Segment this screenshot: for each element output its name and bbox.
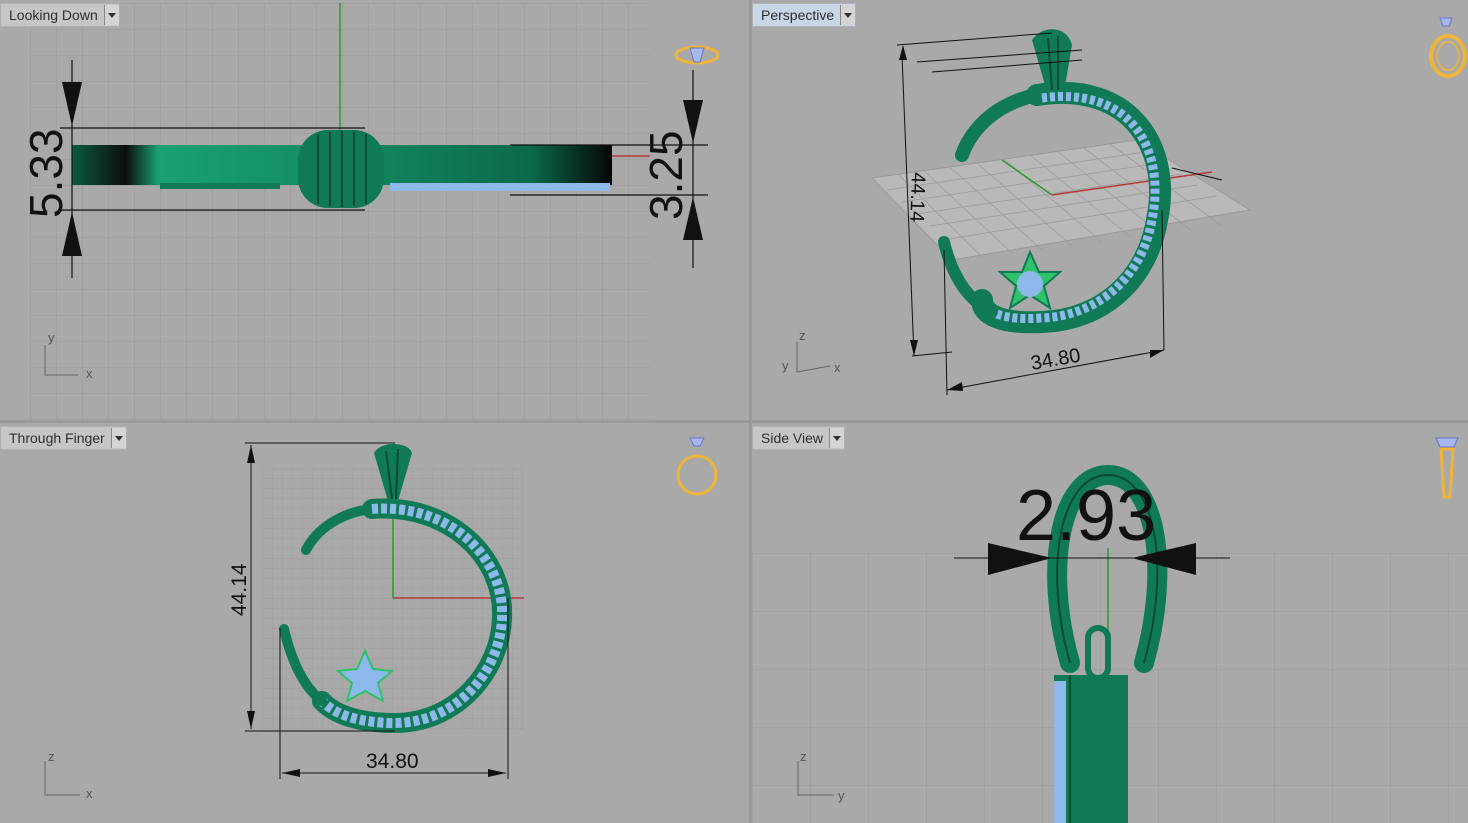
chevron-down-icon[interactable] bbox=[829, 428, 845, 448]
viewport-side-view[interactable]: 2.93 z y Side View bbox=[752, 423, 1468, 823]
dimension-label-2-93: 2.93 bbox=[1016, 476, 1156, 556]
dimension-label-34-80: 34.80 bbox=[366, 750, 419, 773]
axis-indicator: z y x bbox=[782, 328, 841, 375]
dimension-label-34-80: 34.80 bbox=[1029, 345, 1082, 375]
viewport-through-finger[interactable]: 44.14 34.80 z x Through Finger bbox=[0, 423, 749, 823]
svg-text:y: y bbox=[48, 330, 55, 345]
dimension-label-44-14: 44.14 bbox=[228, 563, 251, 616]
pendant-body bbox=[1054, 675, 1128, 823]
svg-text:y: y bbox=[838, 788, 845, 803]
svg-text:y: y bbox=[782, 358, 789, 373]
viewport-title-side-view[interactable]: Side View bbox=[752, 426, 846, 450]
through-finger-scene: 44.14 34.80 z x bbox=[44, 442, 524, 801]
axis-indicator: z x bbox=[44, 749, 93, 801]
star-charm bbox=[997, 249, 1063, 311]
viewport-title-label: Looking Down bbox=[9, 7, 98, 23]
ring-side-view-icon[interactable] bbox=[1432, 435, 1462, 501]
viewport-title-label: Perspective bbox=[761, 7, 835, 23]
svg-text:z: z bbox=[800, 749, 807, 764]
bail bbox=[298, 130, 384, 208]
viewport-title-label: Through Finger bbox=[9, 430, 105, 446]
svg-text:z: z bbox=[799, 328, 806, 343]
looking-down-scene: 5.33 3.25 y x bbox=[20, 3, 708, 420]
viewport-title-perspective[interactable]: Perspective bbox=[752, 3, 857, 27]
ring-perspective-icon[interactable] bbox=[1424, 14, 1468, 80]
ring-front-view-icon[interactable] bbox=[674, 435, 720, 501]
viewport-perspective[interactable]: 44.14 34.80 z y x Perspective bbox=[752, 0, 1468, 420]
ring-top-view-icon[interactable] bbox=[674, 40, 720, 70]
side-view-scene: 2.93 z y bbox=[752, 464, 1468, 823]
viewport-title-label: Side View bbox=[761, 430, 824, 446]
dimension-label-5-33: 5.33 bbox=[20, 128, 72, 218]
chevron-down-icon[interactable] bbox=[110, 428, 126, 448]
dimension-label-44-14: 44.14 bbox=[905, 172, 929, 223]
svg-text:x: x bbox=[86, 366, 93, 381]
viewport-title-looking-down[interactable]: Looking Down bbox=[0, 3, 120, 27]
dimension-label-3-25: 3.25 bbox=[640, 130, 692, 220]
svg-text:z: z bbox=[48, 749, 55, 764]
svg-text:x: x bbox=[834, 360, 841, 375]
chevron-down-icon[interactable] bbox=[840, 5, 856, 25]
chevron-down-icon[interactable] bbox=[103, 5, 119, 25]
viewport-title-through-finger[interactable]: Through Finger bbox=[0, 426, 127, 450]
perspective-scene: 44.14 34.80 z y x bbox=[782, 29, 1252, 396]
svg-text:x: x bbox=[86, 786, 93, 801]
viewport-looking-down[interactable]: 5.33 3.25 y x Looking Down bbox=[0, 0, 749, 420]
